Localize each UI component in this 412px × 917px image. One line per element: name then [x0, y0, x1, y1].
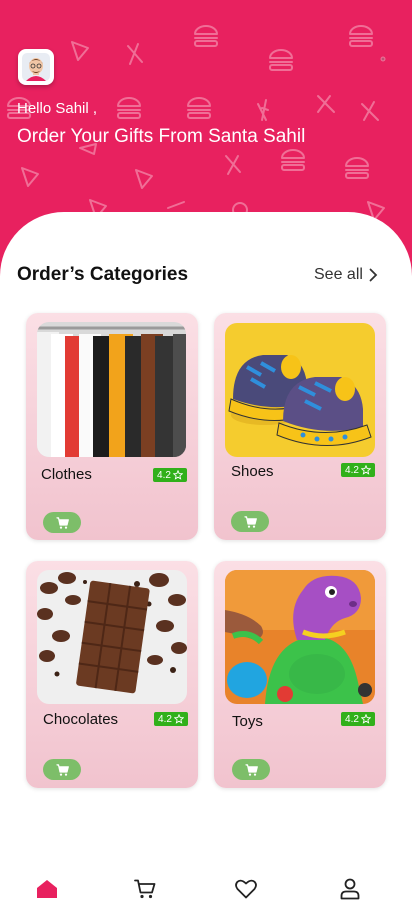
- add-to-cart-button[interactable]: [231, 511, 269, 532]
- star-icon: [172, 470, 183, 480]
- user-icon: [340, 878, 360, 900]
- cart-icon: [56, 763, 69, 776]
- rating-badge: 4.2: [341, 463, 375, 477]
- dinosaur-toy-photo: [225, 570, 375, 704]
- star-icon: [173, 714, 184, 724]
- rating-value: 4.2: [345, 713, 359, 725]
- cart-icon: [244, 515, 257, 528]
- rating-badge: 4.2: [153, 468, 187, 482]
- rating-badge: 4.2: [341, 712, 375, 726]
- category-name: Chocolates: [43, 711, 119, 728]
- clothes-rack-photo: [37, 322, 186, 457]
- nav-cart[interactable]: [132, 876, 158, 902]
- category-name: Shoes: [231, 463, 274, 480]
- home-icon: [37, 880, 57, 898]
- section-title: Order’s Categories: [17, 264, 189, 285]
- cart-icon: [134, 879, 156, 899]
- category-name: Toys: [232, 713, 263, 730]
- toy-shoes-photo: [225, 323, 375, 457]
- chevron-right-icon: [369, 268, 378, 282]
- rating-badge: 4.2: [154, 712, 188, 726]
- bottom-navigation: [0, 862, 412, 917]
- heart-icon: [235, 879, 257, 899]
- category-card-toys[interactable]: Toys 4.2: [214, 561, 386, 788]
- rating-value: 4.2: [345, 464, 359, 476]
- star-icon: [360, 714, 371, 724]
- cart-icon: [56, 516, 69, 529]
- category-card-chocolates[interactable]: Chocolates 4.2: [26, 561, 198, 788]
- star-icon: [360, 465, 371, 475]
- nav-home[interactable]: [34, 876, 60, 902]
- category-card-clothes[interactable]: Clothes 4.2: [26, 313, 198, 540]
- add-to-cart-button[interactable]: [232, 759, 270, 780]
- see-all-link[interactable]: See all: [314, 266, 378, 284]
- category-card-shoes[interactable]: Shoes 4.2: [214, 313, 386, 540]
- greeting-text: Hello Sahil ,: [17, 100, 98, 117]
- headline-text: Order Your Gifts From Santa Sahil: [17, 126, 306, 147]
- add-to-cart-button[interactable]: [43, 512, 81, 533]
- user-avatar-icon: [22, 53, 50, 81]
- add-to-cart-button[interactable]: [43, 759, 81, 780]
- rating-value: 4.2: [158, 713, 172, 725]
- rating-value: 4.2: [157, 469, 171, 481]
- cart-icon: [245, 763, 258, 776]
- nav-favorites[interactable]: [233, 876, 259, 902]
- category-name: Clothes: [41, 466, 92, 483]
- avatar[interactable]: [18, 49, 54, 85]
- chocolate-bar-photo: [37, 570, 187, 704]
- nav-profile[interactable]: [337, 876, 363, 902]
- see-all-label: See all: [314, 266, 363, 283]
